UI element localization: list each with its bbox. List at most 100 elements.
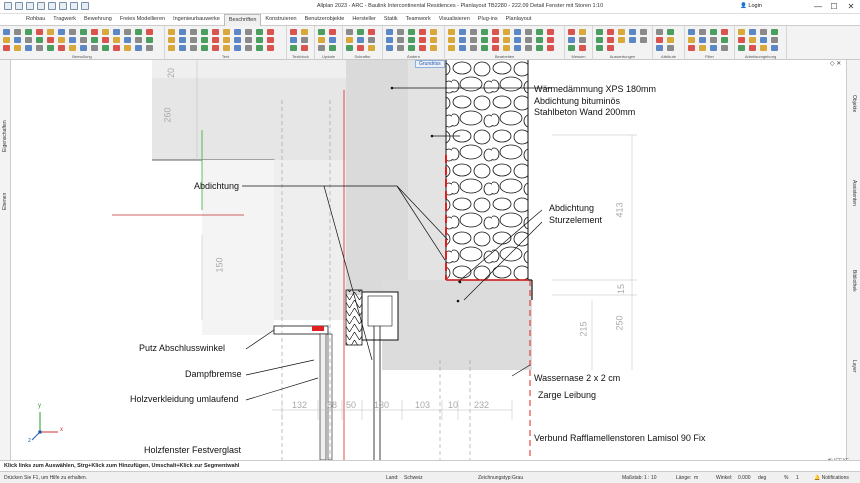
tool-icon[interactable] [568, 45, 575, 51]
tool-icon[interactable] [69, 29, 76, 35]
login-button[interactable]: 👤 Login [740, 3, 762, 9]
tool-icon[interactable] [47, 45, 54, 51]
tool-icon[interactable] [596, 29, 603, 35]
tab-benutzerobjekte[interactable]: Benutzerobjekte [301, 14, 349, 26]
tool-icon[interactable] [710, 37, 717, 43]
tool-icon[interactable] [536, 29, 543, 35]
tool-icon[interactable] [201, 45, 208, 51]
tool-icon[interactable] [408, 29, 415, 35]
tool-icon[interactable] [256, 29, 263, 35]
tab-freies-modellieren[interactable]: Freies Modellieren [116, 14, 169, 26]
tool-icon[interactable] [568, 29, 575, 35]
tool-icon[interactable] [14, 29, 21, 35]
tool-icon[interactable] [146, 37, 153, 43]
tool-icon[interactable] [212, 45, 219, 51]
tool-icon[interactable] [760, 37, 767, 43]
tool-icon[interactable] [408, 45, 415, 51]
tool-icon[interactable] [640, 37, 647, 43]
tool-icon[interactable] [14, 45, 21, 51]
notifications-button[interactable]: 🔔 Notifications [814, 475, 849, 481]
tab-ebenen[interactable]: Ebenen [1, 193, 10, 260]
tool-icon[interactable] [301, 37, 308, 43]
tab-rohbau[interactable]: Rohbau [22, 14, 49, 26]
tool-icon[interactable] [58, 37, 65, 43]
tab-visualisieren[interactable]: Visualisieren [435, 14, 474, 26]
tool-icon[interactable] [357, 37, 364, 43]
tool-icon[interactable] [771, 37, 778, 43]
tool-icon[interactable] [618, 29, 625, 35]
tool-icon[interactable] [329, 29, 336, 35]
tool-icon[interactable] [290, 45, 297, 51]
tool-icon[interactable] [135, 45, 142, 51]
tool-icon[interactable] [688, 45, 695, 51]
tool-icon[interactable] [688, 37, 695, 43]
tool-icon[interactable] [113, 45, 120, 51]
tool-icon[interactable] [124, 37, 131, 43]
tool-icon[interactable] [514, 37, 521, 43]
tab-tragwerk[interactable]: Tragwerk [49, 14, 80, 26]
tool-icon[interactable] [318, 37, 325, 43]
laenge-value[interactable]: m [694, 475, 698, 481]
tool-icon[interactable] [3, 45, 10, 51]
tool-icon[interactable] [397, 37, 404, 43]
tool-icon[interactable] [201, 37, 208, 43]
tool-icon[interactable] [688, 29, 695, 35]
tool-icon[interactable] [25, 45, 32, 51]
tool-icon[interactable] [212, 29, 219, 35]
new-icon[interactable] [15, 2, 23, 10]
tool-icon[interactable] [113, 37, 120, 43]
tool-icon[interactable] [368, 29, 375, 35]
tool-icon[interactable] [168, 37, 175, 43]
tool-icon[interactable] [36, 29, 43, 35]
tool-icon[interactable] [738, 29, 745, 35]
tool-icon[interactable] [579, 29, 586, 35]
tool-icon[interactable] [80, 37, 87, 43]
tool-icon[interactable] [36, 37, 43, 43]
tool-icon[interactable] [318, 29, 325, 35]
massstab-value[interactable]: 1 : 10 [644, 475, 657, 481]
tool-icon[interactable] [3, 29, 10, 35]
tool-icon[interactable] [419, 45, 426, 51]
tool-icon[interactable] [607, 37, 614, 43]
tool-icon[interactable] [113, 29, 120, 35]
tool-icon[interactable] [290, 37, 297, 43]
tool-icon[interactable] [514, 29, 521, 35]
tool-icon[interactable] [179, 37, 186, 43]
tool-icon[interactable] [234, 37, 241, 43]
tool-icon[interactable] [357, 29, 364, 35]
tool-icon[interactable] [201, 29, 208, 35]
tool-icon[interactable] [102, 29, 109, 35]
tool-icon[interactable] [547, 29, 554, 35]
tool-icon[interactable] [58, 45, 65, 51]
tool-icon[interactable] [579, 37, 586, 43]
tool-icon[interactable] [749, 29, 756, 35]
redo-icon[interactable] [59, 2, 67, 10]
tool-icon[interactable] [503, 37, 510, 43]
tool-icon[interactable] [146, 29, 153, 35]
tab-statik[interactable]: Statik [380, 14, 402, 26]
tool-icon[interactable] [721, 37, 728, 43]
tool-icon[interactable] [386, 29, 393, 35]
tool-icon[interactable] [36, 45, 43, 51]
app-menu-icon[interactable] [4, 2, 12, 10]
tool-icon[interactable] [223, 45, 230, 51]
tool-icon[interactable] [124, 45, 131, 51]
tool-icon[interactable] [234, 45, 241, 51]
tool-icon[interactable] [25, 29, 32, 35]
tool-icon[interactable] [397, 29, 404, 35]
tool-icon[interactable] [223, 37, 230, 43]
tool-icon[interactable] [430, 45, 437, 51]
tool-icon[interactable] [91, 37, 98, 43]
tool-icon[interactable] [419, 37, 426, 43]
view-label-grundriss[interactable]: Grundriss [415, 60, 445, 68]
tool-icon[interactable] [135, 29, 142, 35]
tool-icon[interactable] [607, 45, 614, 51]
tool-icon[interactable] [290, 29, 297, 35]
tool-icon[interactable] [47, 29, 54, 35]
tool-icon[interactable] [47, 37, 54, 43]
tool-icon[interactable] [267, 37, 274, 43]
tool-icon[interactable] [25, 37, 32, 43]
tab-plug-ins[interactable]: Plug-ins [474, 14, 502, 26]
tool-icon[interactable] [190, 45, 197, 51]
percent-value[interactable]: 1 [796, 475, 799, 481]
